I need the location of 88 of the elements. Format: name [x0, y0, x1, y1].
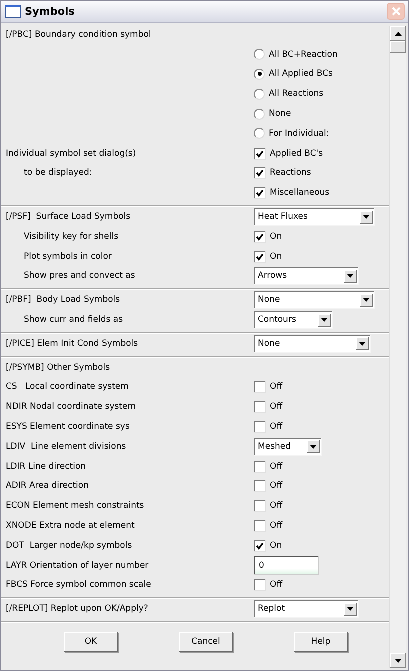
option-label: CS Local coordinate system	[5, 382, 129, 392]
dialog-button[interactable]: Cancel	[179, 632, 233, 652]
checkbox-label: Off	[270, 580, 283, 590]
down-arrow-icon	[347, 274, 354, 278]
checkbox[interactable]	[254, 500, 266, 512]
radio-button[interactable]	[254, 68, 265, 80]
down-arrow-icon	[347, 607, 354, 612]
option-label: Show pres and convect as	[23, 271, 136, 282]
dropdown[interactable]: Contours	[254, 311, 333, 330]
checkbox[interactable]	[254, 381, 266, 394]
checkbox-label: On	[270, 540, 282, 551]
option-label: NDIR Nodal coordinate system	[5, 402, 136, 412]
scrollbar[interactable]	[389, 26, 406, 668]
close-icon	[392, 7, 400, 16]
checkbox[interactable]	[254, 540, 266, 552]
dropdown[interactable]: Meshed	[254, 438, 322, 456]
checkbox[interactable]	[254, 250, 266, 263]
checkbox[interactable]	[254, 480, 266, 492]
scroll-thumb[interactable]	[390, 41, 406, 53]
checkbox-label: Off	[270, 382, 283, 392]
option-label: ADIR Area direction	[5, 481, 89, 492]
checkbox[interactable]	[254, 520, 266, 532]
down-arrow-icon	[310, 444, 317, 449]
checkbox-label: Off	[270, 501, 283, 512]
checkbox-label: Off	[270, 402, 283, 412]
radio-label: For Individual:	[269, 128, 330, 139]
checkbox-label: Miscellaneous	[270, 188, 330, 198]
checkbox-label: Off	[270, 462, 283, 472]
option-label: Plot symbols in color	[23, 252, 112, 262]
option-label: FBCS Force symbol common scale	[5, 580, 152, 590]
checkbox[interactable]	[254, 401, 266, 414]
option-label: Individual symbol set dialog(s)	[5, 148, 136, 159]
dropdown[interactable]: Heat Fluxes	[254, 208, 375, 226]
section-heading: [/PBC] Boundary condition symbol	[5, 30, 152, 40]
window-title: Symbols	[25, 6, 76, 18]
option-label: LDIV Line element divisions	[5, 442, 126, 452]
checkbox-label: Off	[270, 481, 283, 492]
checkbox[interactable]	[254, 460, 266, 473]
checkbox-label: On	[270, 252, 282, 262]
up-arrow-icon	[394, 32, 402, 36]
section-heading: [/PBF] Body Load Symbols	[5, 295, 120, 306]
option-label: DOT Larger node/kp symbols	[5, 540, 132, 551]
radio-label: None	[269, 109, 292, 120]
section-heading: [/PSF] Surface Load Symbols	[5, 212, 131, 222]
checkbox[interactable]	[254, 148, 266, 160]
option-label: ECON Element mesh constraints	[5, 501, 144, 512]
section-heading: [/PICE] Elem Init Cond Symbols	[5, 338, 138, 349]
option-label: LAYR Orientation of layer number	[5, 560, 149, 571]
checkbox-label: Off	[270, 422, 283, 432]
dropdown[interactable]: None	[254, 291, 375, 310]
option-label: to be displayed:	[23, 168, 92, 178]
dropdown[interactable]: None	[254, 334, 371, 353]
down-arrow-icon	[359, 342, 366, 346]
down-arrow-icon	[321, 318, 328, 322]
checkbox-label: Reactions	[270, 168, 312, 178]
dialog-button[interactable]: Help	[294, 632, 348, 652]
scroll-down-button[interactable]	[390, 653, 406, 668]
dialog-button[interactable]: OK	[64, 632, 118, 652]
option-label: LDIR Line direction	[5, 462, 86, 472]
option-label: ESYS Element coordinate sys	[5, 422, 130, 432]
window-icon	[5, 5, 21, 18]
checkbox-label: On	[270, 232, 282, 242]
radio-label: All BC+Reaction	[269, 50, 338, 60]
input-field[interactable]: 0	[254, 556, 319, 576]
dropdown[interactable]: Replot	[254, 600, 359, 618]
dropdown[interactable]: Arrows	[254, 267, 359, 286]
radio-button[interactable]	[254, 88, 265, 100]
down-arrow-icon	[394, 658, 402, 662]
option-label: Show curr and fields as	[23, 315, 124, 326]
checkbox[interactable]	[254, 187, 266, 200]
checkbox[interactable]	[254, 167, 266, 180]
option-label: XNODE Extra node at element	[5, 521, 135, 532]
down-arrow-icon	[363, 215, 370, 220]
radio-label: All Applied BCs	[269, 69, 333, 80]
scroll-up-button[interactable]	[390, 26, 406, 41]
option-label: Visibility key for shells	[23, 232, 118, 242]
section-heading: [/REPLOT] Replot upon OK/Apply?	[5, 604, 148, 614]
section-heading: [/PSYMB] Other Symbols	[5, 362, 110, 373]
radio-button[interactable]	[254, 128, 265, 140]
checkbox[interactable]	[254, 230, 266, 243]
down-arrow-icon	[363, 298, 370, 302]
checkbox-label: Off	[270, 521, 283, 532]
checkbox-label: Applied BC's	[270, 148, 324, 159]
radio-button[interactable]	[254, 49, 265, 60]
checkbox[interactable]	[254, 579, 266, 592]
checkbox[interactable]	[254, 421, 266, 434]
radio-button[interactable]	[254, 108, 265, 120]
radio-label: All Reactions	[269, 89, 324, 100]
